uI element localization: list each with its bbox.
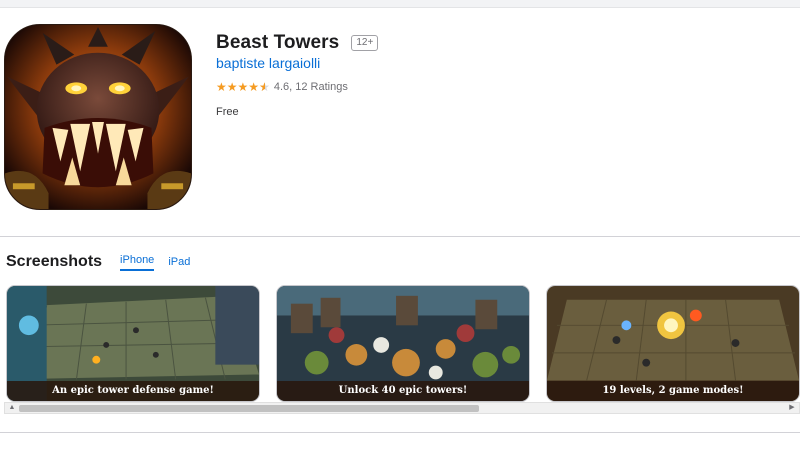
screenshot-carousel[interactable]: An epic tower defense game! Unlock 40 ep… [6,285,800,403]
app-title-row: Beast Towers 12+ [216,32,379,54]
screenshots-header: Screenshots iPhone iPad [6,253,190,271]
star-icon: ★ [237,80,249,94]
screenshot-caption: An epic tower defense game! [7,381,259,401]
screenshot-item[interactable]: 19 levels, 2 game modes! [546,285,800,402]
age-rating-badge: 12+ [351,35,379,51]
app-icon [4,24,192,210]
price-label: Free [216,106,239,118]
tab-ipad[interactable]: iPad [168,256,190,271]
scroll-left-icon[interactable]: ▲ [7,403,17,413]
app-title: Beast Towers [216,32,340,53]
screenshot-caption: Unlock 40 epic towers! [277,381,529,401]
rating-summary: 4.6, 12 Ratings [273,81,348,93]
screenshots-title: Screenshots [6,253,103,270]
scroll-right-icon[interactable]: ▶ [787,403,797,413]
half-star-icon: ★ [259,80,270,94]
star-rating: ★ ★ ★ ★ ★ [216,80,270,94]
section-divider [0,236,800,237]
developer-link[interactable]: baptiste largaiolli [216,55,320,71]
rating-row: ★ ★ ★ ★ ★ 4.6, 12 Ratings [216,80,348,94]
tab-iphone[interactable]: iPhone [120,254,155,271]
star-icon: ★ [226,80,238,94]
star-icon: ★ [248,80,260,94]
section-divider [0,432,800,433]
horizontal-scrollbar[interactable]: ▲ ▶ [4,402,800,414]
screenshot-caption: 19 levels, 2 game modes! [547,381,799,401]
top-bar [0,0,800,8]
screenshot-item[interactable]: Unlock 40 epic towers! [276,285,530,402]
screenshot-item[interactable]: An epic tower defense game! [6,285,260,402]
scroll-thumb[interactable] [19,405,479,412]
star-icon: ★ [216,80,227,94]
